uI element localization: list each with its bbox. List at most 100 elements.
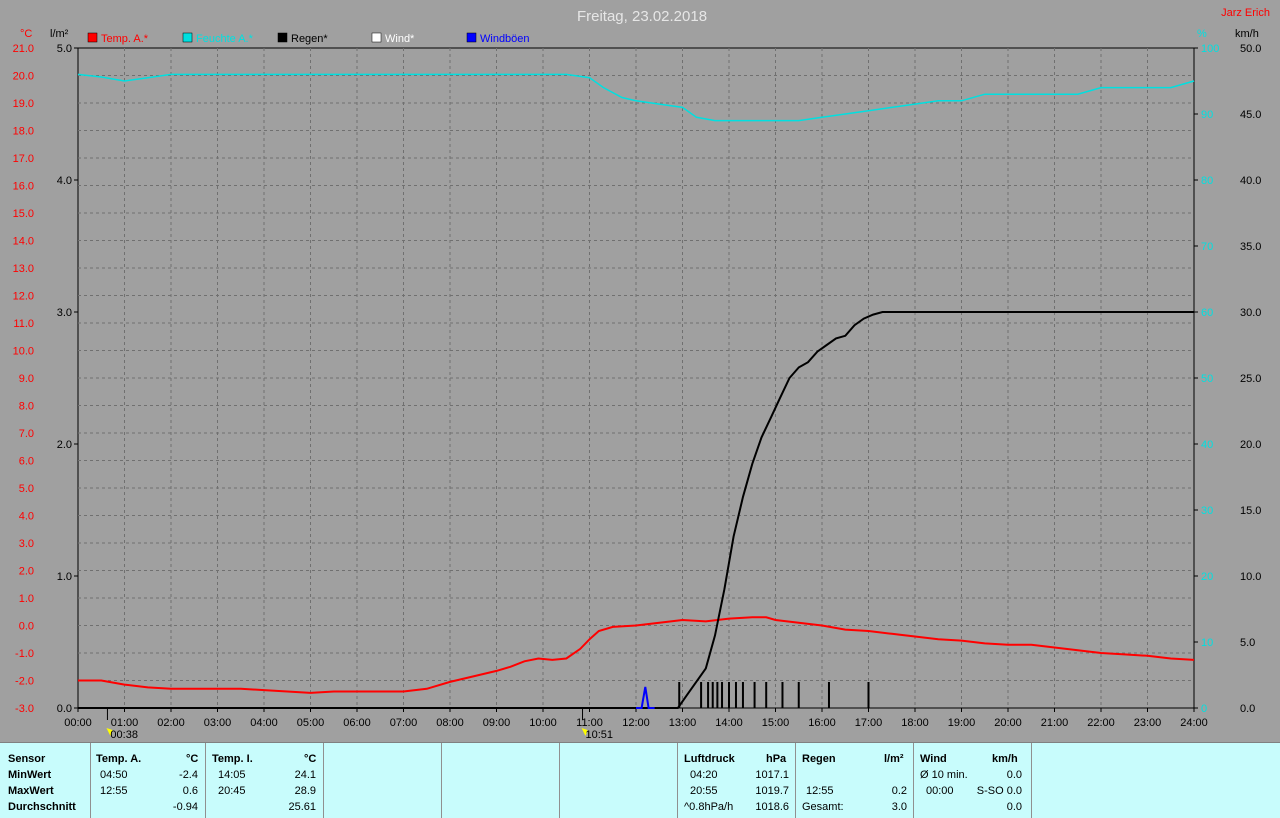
pressure-header: Luftdruck (684, 753, 735, 765)
rain-axis-unit: l/m² (50, 28, 69, 40)
wind-tick-label: 0.0 (1240, 703, 1255, 715)
legend-label: Feuchte A.* (196, 33, 254, 45)
temp-tick-label: 4.0 (19, 511, 34, 523)
temp-tick-label: -1.0 (15, 648, 34, 660)
wind-gust: 0.0 (1006, 801, 1022, 813)
pressure-min-time: 04:20 (690, 769, 718, 781)
sun-marker-label: 00:38 (110, 729, 138, 741)
temp-tick-label: 12.0 (13, 291, 34, 303)
x-tick-label: 13:00 (669, 717, 697, 729)
temp-tick-label: 3.0 (19, 538, 34, 550)
rain-total-label: Gesamt: (802, 801, 844, 813)
sensor-header: Sensor (8, 753, 46, 765)
temp-tick-label: 0.0 (19, 621, 34, 633)
x-tick-label: 10:00 (529, 717, 557, 729)
rain-tick-label: 5.0 (57, 43, 72, 55)
x-tick-label: 07:00 (390, 717, 418, 729)
x-tick-label: 23:00 (1134, 717, 1162, 729)
legend-swatch (371, 32, 382, 43)
x-tick-label: 21:00 (1041, 717, 1069, 729)
temp-tick-label: 6.0 (19, 456, 34, 468)
legend-swatch (87, 32, 98, 43)
grid (77, 47, 1195, 709)
temp-a-unit: °C (186, 753, 199, 765)
sun-marker-label: 10:51 (586, 729, 614, 741)
x-tick-label: 04:00 (250, 717, 278, 729)
rain-unit: l/m² (884, 753, 904, 765)
temp-tick-label: 8.0 (19, 401, 34, 413)
x-tick-label: 02:00 (157, 717, 185, 729)
row-label-max: MaxWert (8, 785, 54, 797)
chart-title: Freitag, 23.02.2018 (577, 8, 707, 25)
temp-i-min: 24.1 (294, 769, 316, 781)
row-label-avg: Durchschnitt (8, 801, 76, 813)
pressure-unit: hPa (766, 753, 787, 765)
humidity-tick-label: 50 (1201, 373, 1213, 385)
x-tick-label: 20:00 (994, 717, 1022, 729)
rain-tick-label: 4.0 (57, 175, 72, 187)
wind-tick-label: 50.0 (1240, 43, 1261, 55)
rain-total: 3.0 (891, 801, 907, 813)
temp-tick-label: -3.0 (15, 703, 34, 715)
x-tick-label: 15:00 (762, 717, 790, 729)
humidity-tick-label: 100 (1201, 43, 1219, 55)
temp-tick-label: 19.0 (13, 98, 34, 110)
legend-swatch (466, 32, 477, 43)
wind-max: S-SO 0.0 (976, 785, 1022, 797)
humidity-tick-label: 90 (1201, 109, 1213, 121)
x-tick-label: 17:00 (855, 717, 883, 729)
temp-tick-label: -2.0 (15, 676, 34, 688)
x-tick-label: 09:00 (483, 717, 511, 729)
wind-header: Wind (920, 753, 947, 765)
legend-label: Temp. A.* (101, 33, 149, 45)
temp-i-header: Temp. I. (212, 753, 253, 765)
pressure-trend: ^0.8hPa/h (684, 801, 734, 813)
temp-a-header: Temp. A. (96, 753, 142, 765)
temp-i-min-time: 14:05 (218, 769, 246, 781)
wind-tick-label: 45.0 (1240, 109, 1261, 121)
weather-chart: Freitag, 23.02.2018 Jarz Erich °C l/m² %… (13, 7, 1270, 741)
x-tick-label: 22:00 (1087, 717, 1115, 729)
table-divider (559, 743, 560, 818)
wind-tick-label: 10.0 (1240, 571, 1261, 583)
x-tick-label: 08:00 (436, 717, 464, 729)
wind-tick-label: 5.0 (1240, 637, 1255, 649)
row-label-min: MinWert (8, 769, 52, 781)
wind-axis-unit: km/h (1235, 28, 1259, 40)
humidity-axis-unit: % (1197, 28, 1207, 40)
humidity-tick-label: 0 (1201, 703, 1207, 715)
temp-tick-label: 21.0 (13, 43, 34, 55)
temp-tick-label: 20.0 (13, 71, 34, 83)
chart-area: Freitag, 23.02.2018 Jarz Erich °C l/m² %… (0, 0, 1280, 742)
humidity-tick-label: 70 (1201, 241, 1213, 253)
axes: -3.0 -2.0 -1.0 0.0 1.0 2.0 3.0 4.0 5.0 6.0 7.0 8.0 9… (13, 43, 1262, 741)
x-tick-label: 12:00 (622, 717, 650, 729)
x-tick-label: 06:00 (343, 717, 371, 729)
legend-label: Regen* (291, 33, 328, 45)
temp-tick-label: 16.0 (13, 181, 34, 193)
humidity-tick-label: 60 (1201, 307, 1213, 319)
humidity-tick-label: 80 (1201, 175, 1213, 187)
author-label: Jarz Erich (1221, 7, 1270, 19)
x-tick-label: 24:00 (1180, 717, 1208, 729)
legend-swatch (182, 32, 193, 43)
wind-tick-label: 15.0 (1240, 505, 1261, 517)
temp-i-avg: 25.61 (288, 801, 316, 813)
legend-label: Wind* (385, 33, 415, 45)
wind-tick-label: 35.0 (1240, 241, 1261, 253)
humidity-tick-label: 20 (1201, 571, 1213, 583)
temp-a-min: -2.4 (179, 769, 198, 781)
temp-tick-label: 10.0 (13, 346, 34, 358)
table-divider (205, 743, 206, 818)
rain-header: Regen (802, 753, 836, 765)
wind-avg: 0.0 (1006, 769, 1022, 781)
rain-tick-label: 2.0 (57, 439, 72, 451)
x-tick-label: 14:00 (715, 717, 743, 729)
x-tick-label: 19:00 (948, 717, 976, 729)
table-divider (795, 743, 796, 818)
rain-max-time: 12:55 (806, 785, 834, 797)
temp-tick-label: 18.0 (13, 126, 34, 138)
temp-tick-label: 5.0 (19, 483, 34, 495)
legend-swatch (277, 32, 288, 43)
temp-tick-label: 9.0 (19, 373, 34, 385)
